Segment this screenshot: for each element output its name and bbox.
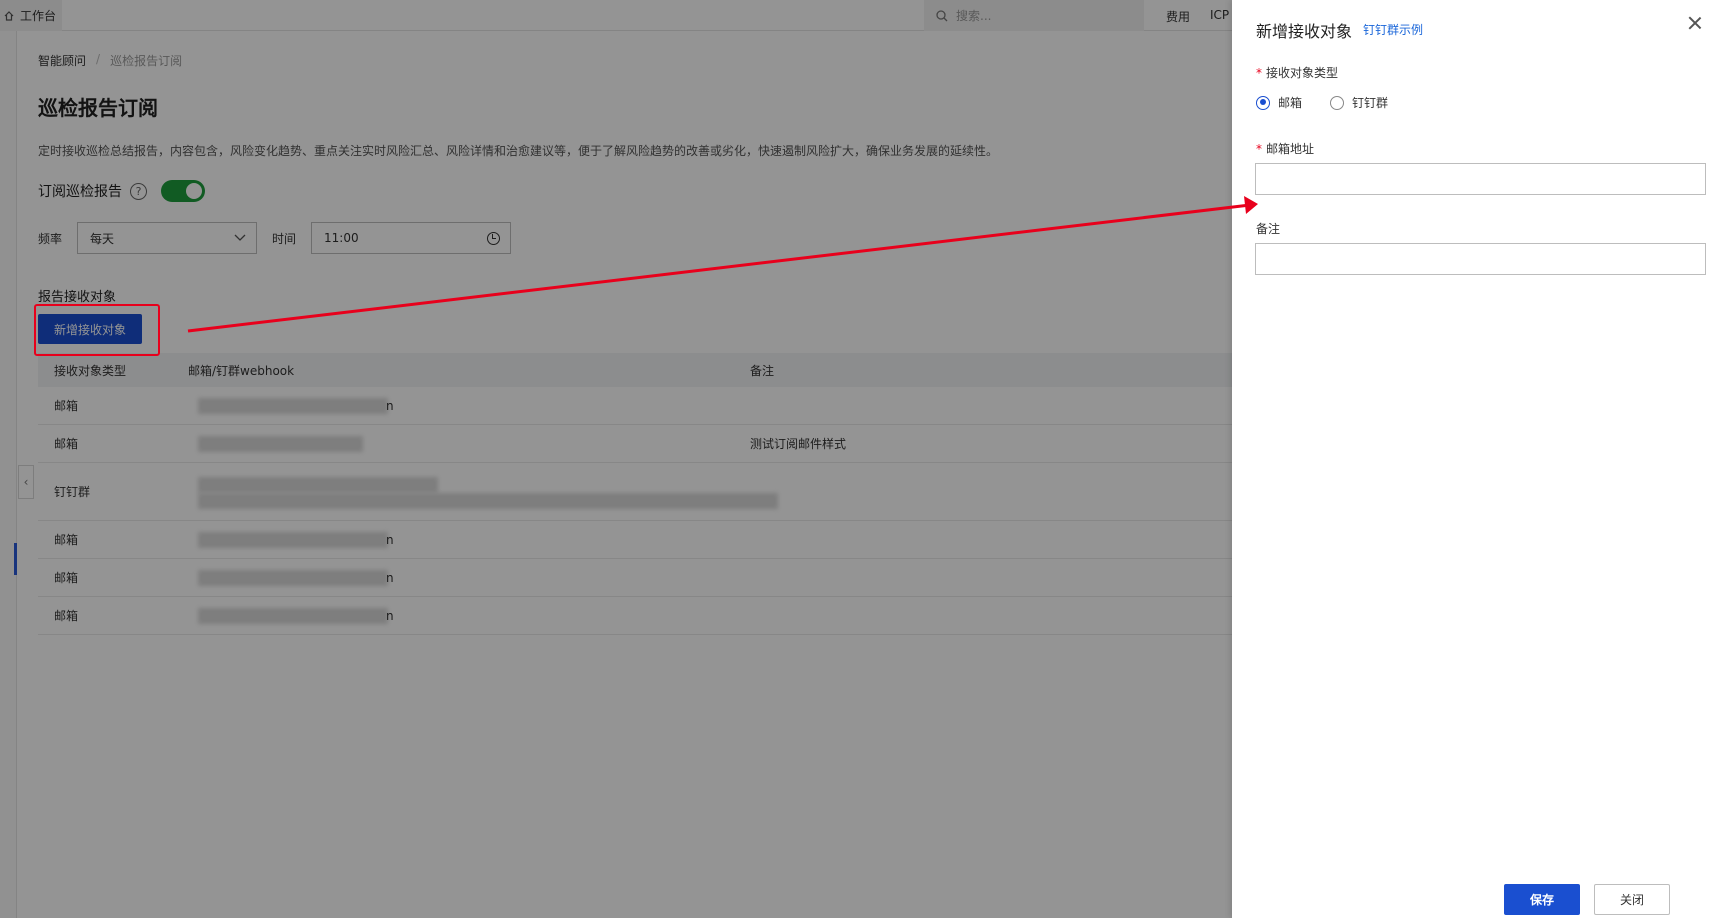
radio-option-email[interactable]: 邮箱 <box>1256 94 1302 111</box>
email-address-label: * 邮箱地址 <box>1256 140 1314 157</box>
close-icon[interactable] <box>1686 14 1704 32</box>
note-label: 备注 <box>1256 222 1281 236</box>
radio-dingtalk[interactable] <box>1330 95 1345 110</box>
dingtalk-example-link[interactable]: 钉钉群示例 <box>1363 21 1423 38</box>
receiver-type-label-text: 接收对象类型 <box>1266 66 1339 80</box>
drawer-title: 新增接收对象 <box>1256 22 1353 41</box>
email-address-input[interactable] <box>1255 163 1706 195</box>
add-receiver-drawer: 新增接收对象 钉钉群示例 * 接收对象类型 邮箱 钉钉群 * 邮箱地址 备注 保存 … <box>1232 0 1724 918</box>
note-input[interactable] <box>1255 243 1706 275</box>
close-button[interactable]: 关闭 <box>1594 884 1670 915</box>
annotation-highlight-box <box>34 304 160 356</box>
receiver-type-radio-group: 邮箱 钉钉群 <box>1256 94 1416 111</box>
modal-backdrop[interactable] <box>0 0 1232 918</box>
receiver-type-label: * 接收对象类型 <box>1256 64 1338 81</box>
radio-option-dingtalk[interactable]: 钉钉群 <box>1330 94 1388 111</box>
required-mark: * <box>1256 142 1262 156</box>
required-mark: * <box>1256 66 1262 80</box>
radio-email-label: 邮箱 <box>1278 96 1303 110</box>
radio-email[interactable] <box>1256 95 1270 110</box>
save-button[interactable]: 保存 <box>1504 884 1580 915</box>
email-address-label-text: 邮箱地址 <box>1266 142 1315 156</box>
radio-dingtalk-label: 钉钉群 <box>1352 96 1389 110</box>
